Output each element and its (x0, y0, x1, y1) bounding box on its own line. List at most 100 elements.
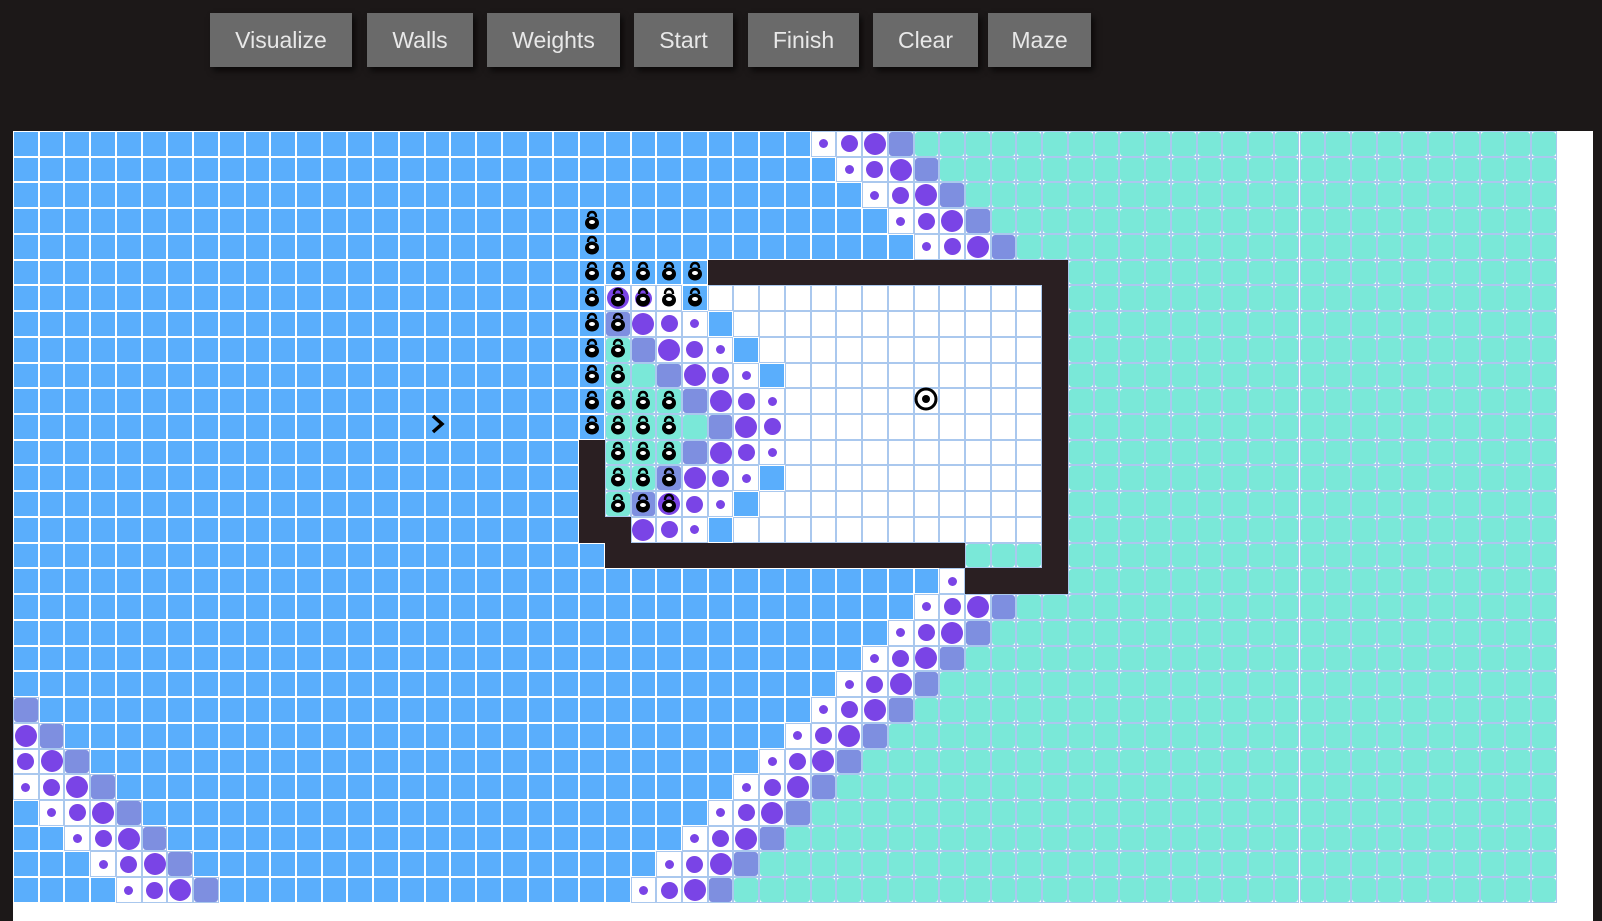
grid-cell[interactable] (38, 182, 65, 209)
grid-cell[interactable] (193, 439, 219, 466)
grid-cell[interactable] (990, 156, 1017, 183)
grid-cell[interactable] (1325, 568, 1351, 595)
grid-cell[interactable] (1428, 362, 1454, 389)
grid-cell[interactable] (1453, 414, 1480, 440)
grid-cell[interactable] (373, 671, 399, 698)
grid-cell[interactable] (1222, 131, 1249, 157)
grid-cell[interactable] (1170, 542, 1197, 569)
grid-cell[interactable] (604, 208, 631, 234)
grid-cell[interactable] (64, 208, 91, 234)
grid-cell[interactable] (887, 774, 914, 800)
grid-cell[interactable] (1222, 208, 1249, 234)
grid-cell[interactable] (398, 851, 425, 878)
grid-cell[interactable] (836, 851, 863, 878)
grid-cell[interactable] (1376, 516, 1403, 543)
grid-cell[interactable] (141, 388, 168, 415)
grid-cell[interactable] (1350, 568, 1377, 595)
grid-cell[interactable] (450, 748, 477, 775)
grid-cell[interactable] (1248, 311, 1274, 337)
grid-cell[interactable] (707, 491, 734, 517)
grid-cell[interactable] (630, 182, 657, 209)
grid-cell[interactable] (681, 311, 708, 337)
grid-cell[interactable] (38, 311, 65, 337)
grid-cell[interactable] (836, 156, 863, 183)
grid-cell[interactable] (913, 439, 940, 466)
grid-cell[interactable] (398, 156, 425, 183)
grid-cell[interactable] (862, 208, 888, 234)
grid-cell[interactable] (64, 156, 91, 183)
grid-cell[interactable] (784, 568, 811, 595)
grid-cell[interactable] (939, 774, 965, 800)
grid-cell[interactable] (1093, 799, 1120, 826)
grid-cell[interactable] (167, 182, 194, 209)
grid-cell[interactable] (13, 851, 39, 878)
grid-cell[interactable] (862, 748, 888, 775)
grid-cell[interactable] (115, 208, 142, 234)
grid-cell[interactable] (990, 336, 1017, 363)
grid-cell[interactable] (1093, 285, 1120, 312)
grid-cell[interactable] (1376, 594, 1403, 620)
grid-cell[interactable] (1428, 465, 1454, 492)
grid-cell[interactable] (810, 259, 837, 286)
grid-cell[interactable] (1016, 156, 1043, 183)
grid-cell[interactable] (656, 516, 682, 543)
grid-cell[interactable] (913, 877, 940, 903)
grid-cell[interactable] (1248, 439, 1274, 466)
grid-cell[interactable] (1170, 671, 1197, 698)
grid-cell[interactable] (424, 722, 451, 749)
grid-cell[interactable] (1067, 259, 1094, 286)
grid-cell[interactable] (1248, 285, 1274, 312)
grid-cell[interactable] (450, 439, 477, 466)
grid-cell[interactable] (115, 516, 142, 543)
grid-cell[interactable] (450, 774, 477, 800)
grid-cell[interactable] (1505, 542, 1532, 569)
grid-cell[interactable] (13, 671, 39, 698)
grid-cell[interactable] (90, 748, 116, 775)
grid-cell[interactable] (862, 568, 888, 595)
grid-cell[interactable] (90, 388, 116, 415)
grid-cell[interactable] (321, 851, 348, 878)
grid-cell[interactable] (990, 542, 1017, 569)
grid-cell[interactable] (656, 233, 682, 260)
grid-cell[interactable] (1428, 877, 1454, 903)
grid-cell[interactable] (424, 619, 451, 646)
grid-cell[interactable] (1248, 156, 1274, 183)
grid-cell[interactable] (424, 491, 451, 517)
grid-cell[interactable] (1067, 619, 1094, 646)
grid-cell[interactable] (115, 697, 142, 723)
grid-cell[interactable] (38, 748, 65, 775)
grid-cell[interactable] (296, 516, 322, 543)
grid-cell[interactable] (373, 414, 399, 440)
grid-cell[interactable] (1350, 697, 1377, 723)
grid-cell[interactable] (1248, 208, 1274, 234)
grid-cell[interactable] (836, 233, 863, 260)
grid-cell[interactable] (218, 877, 245, 903)
grid-cell[interactable] (1479, 877, 1506, 903)
grid-cell[interactable] (836, 388, 863, 415)
grid-cell[interactable] (965, 182, 991, 209)
grid-cell[interactable] (501, 311, 528, 337)
grid-cell[interactable] (913, 748, 940, 775)
grid-cell[interactable] (862, 491, 888, 517)
grid-cell[interactable] (1067, 131, 1094, 157)
grid-cell[interactable] (270, 594, 297, 620)
grid-cell[interactable] (1170, 825, 1197, 852)
grid-cell[interactable] (1016, 516, 1043, 543)
grid-cell[interactable] (244, 259, 271, 286)
grid-cell[interactable] (1042, 697, 1068, 723)
grid-cell[interactable] (810, 131, 837, 157)
grid-cell[interactable] (450, 722, 477, 749)
grid-cell[interactable] (38, 156, 65, 183)
grid-cell[interactable] (681, 568, 708, 595)
grid-cell[interactable] (90, 414, 116, 440)
grid-cell[interactable] (1299, 388, 1326, 415)
grid-cell[interactable] (630, 439, 657, 466)
grid-cell[interactable] (707, 748, 734, 775)
grid-cell[interactable] (244, 645, 271, 672)
grid-cell[interactable] (90, 851, 116, 878)
grid-cell[interactable] (553, 516, 580, 543)
grid-cell[interactable] (707, 439, 734, 466)
grid-cell[interactable] (965, 285, 991, 312)
grid-cell[interactable] (681, 594, 708, 620)
grid-cell[interactable] (887, 259, 914, 286)
